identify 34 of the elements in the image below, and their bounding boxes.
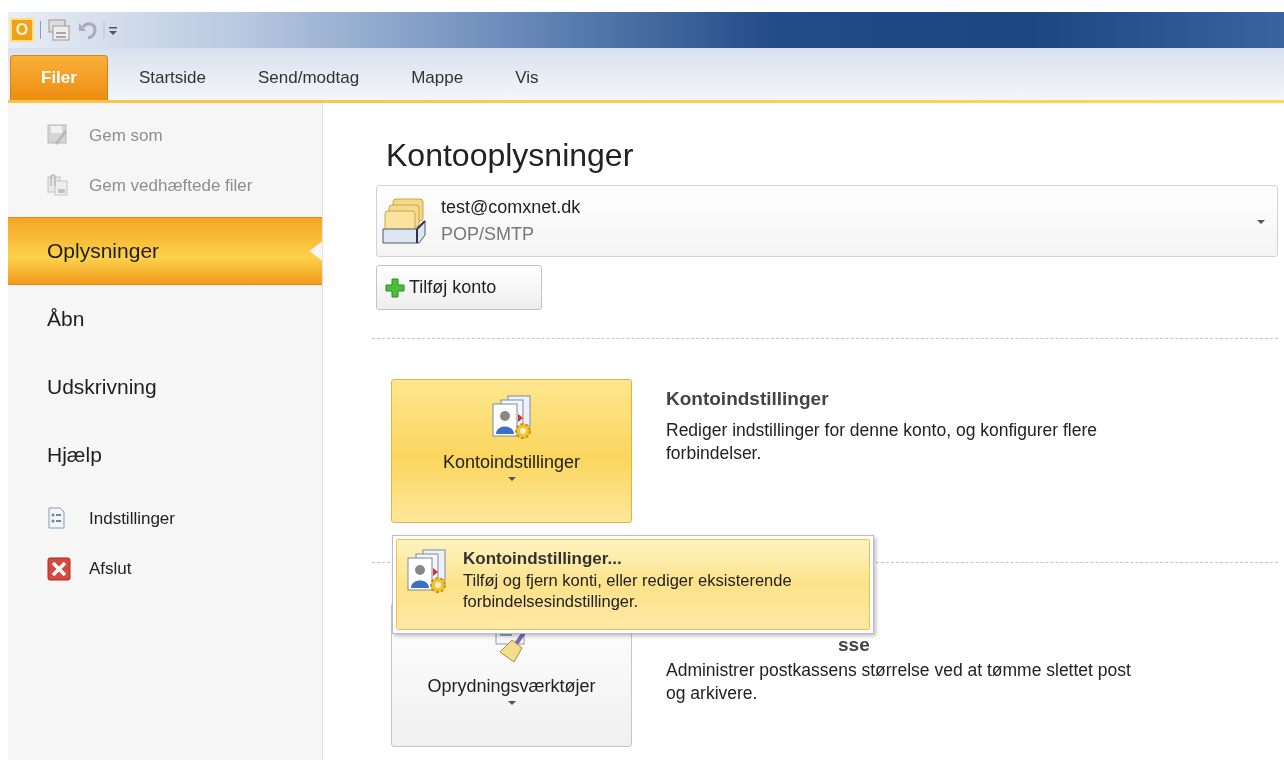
dropdown-icon[interactable] [103, 19, 119, 41]
menu-item[interactable]: Oplysninger [8, 217, 322, 285]
save-icon[interactable] [47, 19, 71, 41]
add-account-button[interactable]: Tilføj konto [376, 265, 542, 310]
account-email: test@comxnet.dk [441, 197, 581, 218]
attachments-icon [47, 174, 71, 198]
undo-icon[interactable] [77, 19, 97, 41]
menu-item[interactable]: Afslut [8, 544, 322, 594]
section-description: Rediger indstillinger for denne konto, og konfigurer flere forbindelser. [666, 419, 1098, 465]
ribbon-tab[interactable]: Send/modtag [232, 55, 386, 100]
close-icon [47, 557, 71, 581]
section-heading: sse [837, 633, 871, 657]
caret-icon [1257, 220, 1265, 224]
account-settings-button[interactable]: Kontoindstillinger [391, 379, 632, 523]
section-description: Administrer postkassens størrelse ved at tømme slettet post og arkivere. [666, 659, 1132, 705]
menu-item-title: Kontoindstillinger... [463, 548, 623, 570]
person-cards-gear-icon [489, 394, 534, 440]
section-heading: Kontoindstillinger [666, 387, 830, 411]
menu-item[interactable]: Kontoindstillinger... Tilføj og fjern konti, eller rediger eksisterende forbindelsesindstillinger. [396, 539, 870, 630]
ribbon-tab[interactable]: Vis [489, 55, 565, 100]
card-tray-icon [381, 197, 429, 245]
menu-item[interactable]: Hjælp [8, 421, 322, 489]
person-cards-gear-icon [405, 548, 449, 594]
caret-icon [507, 701, 516, 705]
page-title: Kontooplysninger [386, 137, 635, 173]
account-type: POP/SMTP [441, 224, 535, 245]
account-dropdown[interactable]: test@comxnet.dk POP/SMTP [376, 185, 1278, 257]
ribbon-tab[interactable]: Startside [112, 55, 232, 100]
menu-item[interactable]: Åbn [8, 285, 322, 353]
ribbon-tab[interactable]: Mappe [385, 55, 490, 100]
menu-item[interactable]: Udskrivning [8, 353, 322, 421]
plus-icon [385, 277, 405, 298]
caret-icon [507, 477, 516, 481]
menu-item[interactable]: Indstillinger [8, 494, 322, 544]
